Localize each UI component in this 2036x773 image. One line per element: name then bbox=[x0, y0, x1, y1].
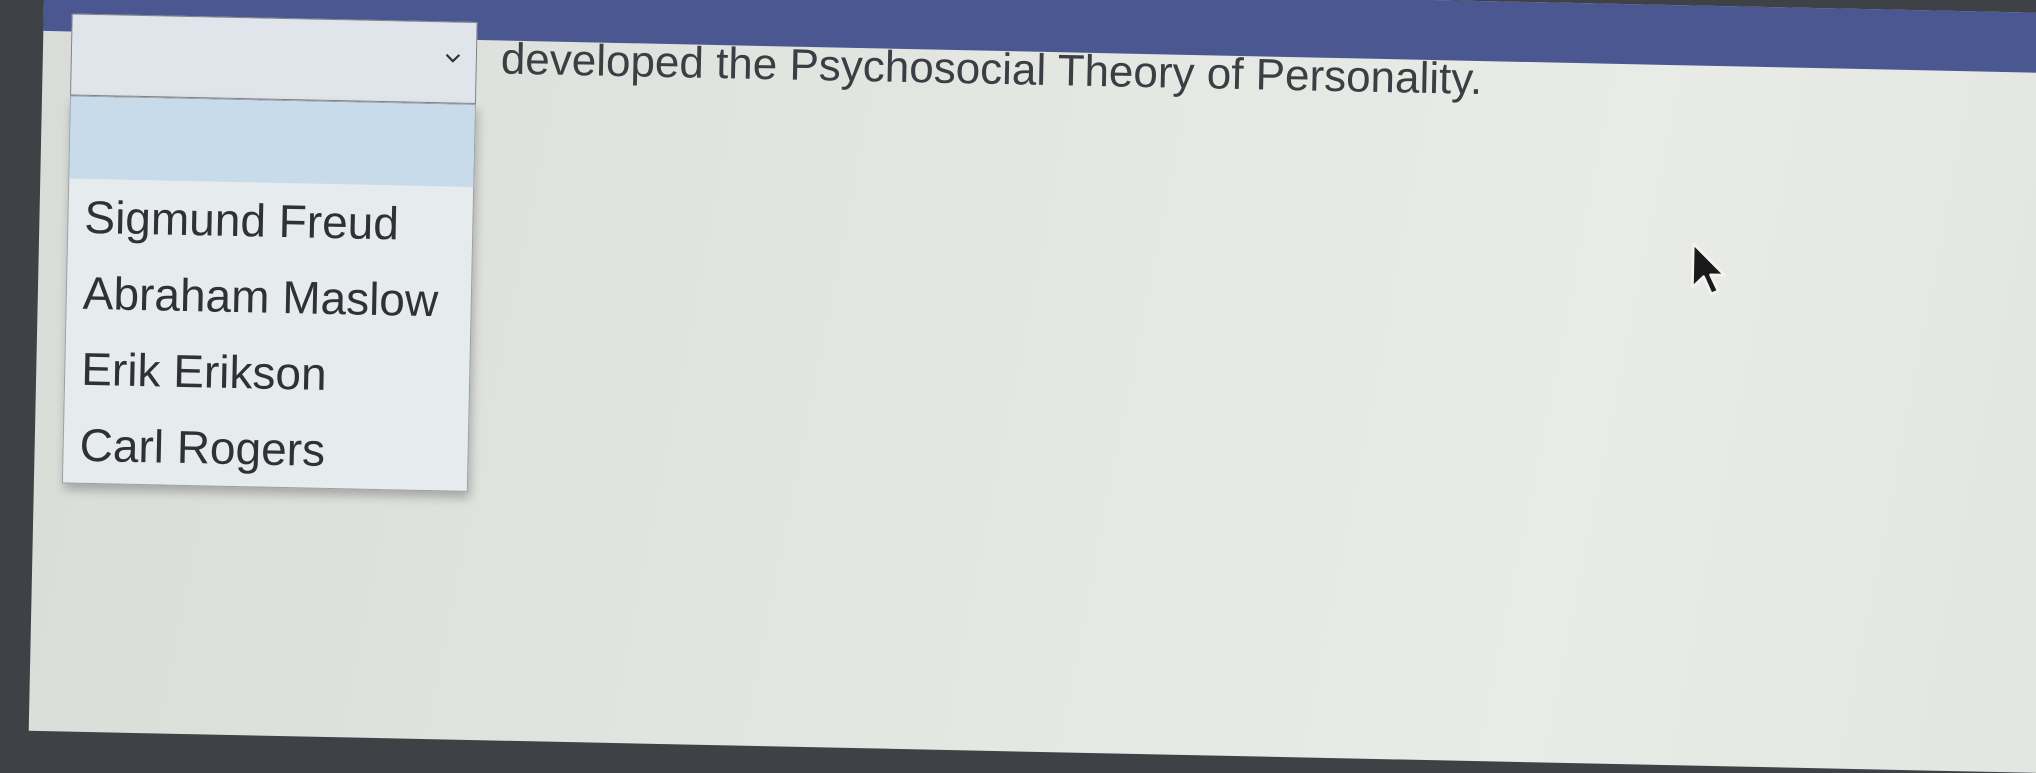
answer-select[interactable] bbox=[70, 13, 478, 104]
mouse-cursor-icon bbox=[1690, 242, 1727, 296]
option-abraham-maslow[interactable]: Abraham Maslow bbox=[66, 254, 472, 338]
option-erik-erikson[interactable]: Erik Erikson bbox=[65, 330, 471, 414]
option-sigmund-freud[interactable]: Sigmund Freud bbox=[68, 178, 474, 262]
chevron-down-icon bbox=[445, 53, 461, 63]
dropdown-list: Sigmund Freud Abraham Maslow Erik Erikso… bbox=[61, 95, 476, 492]
option-blank[interactable] bbox=[69, 96, 475, 187]
screen: Sigmund Freud Abraham Maslow Erik Erikso… bbox=[0, 0, 2036, 773]
quiz-page: Sigmund Freud Abraham Maslow Erik Erikso… bbox=[28, 0, 2036, 773]
option-carl-rogers[interactable]: Carl Rogers bbox=[63, 406, 469, 490]
